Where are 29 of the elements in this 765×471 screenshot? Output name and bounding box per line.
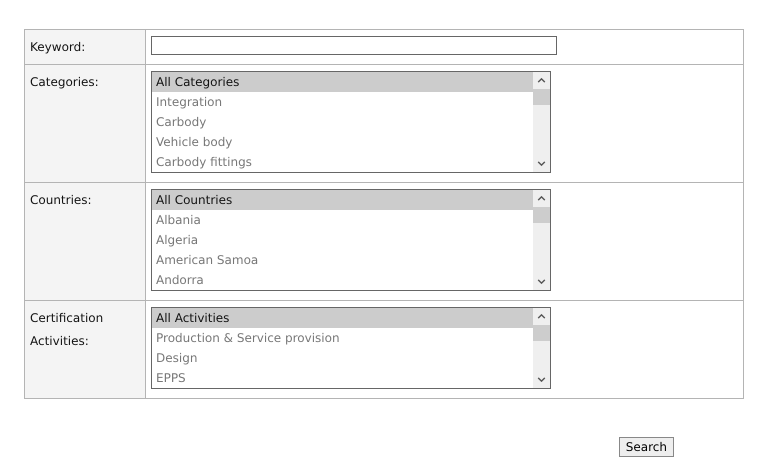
list-option[interactable]: Design — [152, 348, 533, 368]
keyword-field[interactable] — [151, 36, 557, 55]
list-option[interactable]: Albania — [152, 210, 533, 230]
list-option[interactable]: All Activities — [152, 308, 533, 328]
list-option[interactable]: American Samoa — [152, 250, 533, 270]
list-option[interactable]: Carbody — [152, 112, 533, 132]
scrollbar[interactable] — [533, 308, 550, 388]
scroll-thumb[interactable] — [533, 89, 550, 105]
list-option[interactable]: All Countries — [152, 190, 533, 210]
search-button[interactable]: Search — [618, 437, 674, 457]
list-box[interactable]: All Countries Albania Algeria American Samoa Andorra — [151, 189, 551, 291]
scroll-thumb[interactable] — [533, 207, 550, 223]
field-label: Certification Activities: — [30, 310, 104, 350]
list-option[interactable]: Carbody fittings — [152, 152, 533, 172]
field-label: Categories: — [30, 74, 100, 91]
field-label: Countries: — [30, 192, 93, 209]
field-label: Keyword: — [30, 39, 86, 55]
list-option[interactable]: All Categories — [152, 72, 533, 92]
list-option[interactable]: Production & Service provision — [152, 328, 533, 348]
scrollbar[interactable] — [533, 190, 550, 290]
list-box[interactable]: All Categories Integration Carbody Vehicle body Carbody fittings — [151, 71, 551, 173]
scroll-thumb[interactable] — [533, 325, 550, 341]
list-option[interactable]: EPPS — [152, 368, 533, 388]
list-box[interactable]: All Activities Production & Service provision Design EPPS — [151, 307, 551, 389]
list-option[interactable]: Andorra — [152, 270, 533, 290]
list-option[interactable]: Vehicle body — [152, 132, 533, 152]
scrollbar[interactable] — [533, 72, 550, 172]
list-option[interactable]: Integration — [152, 92, 533, 112]
list-option[interactable]: Algeria — [152, 230, 533, 250]
